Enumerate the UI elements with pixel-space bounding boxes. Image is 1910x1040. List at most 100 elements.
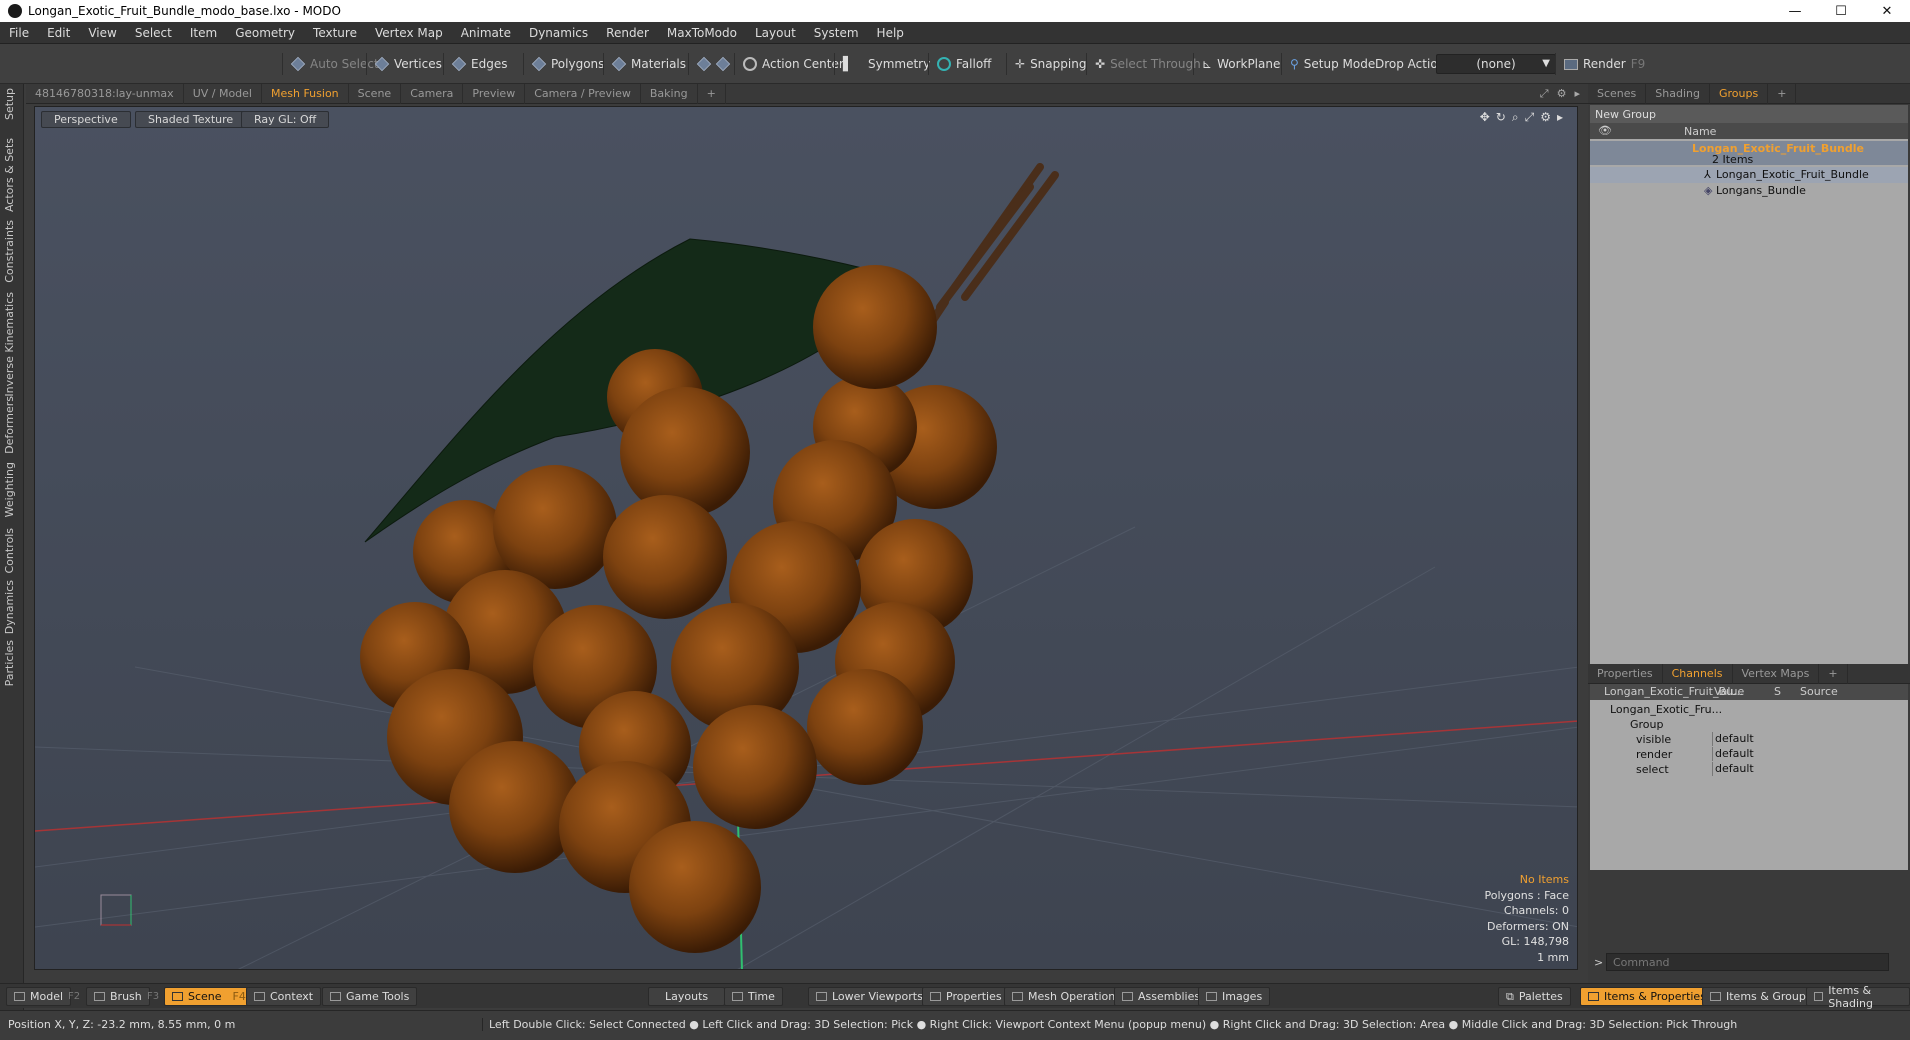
tab-constraints[interactable]: Constraints	[3, 220, 16, 283]
menu-item[interactable]: Item	[181, 26, 226, 40]
menu-render[interactable]: Render	[597, 26, 658, 40]
tab-weighting[interactable]: Weighting	[3, 462, 16, 517]
lower-viewports-button[interactable]: Lower Viewports	[808, 987, 931, 1006]
layout-model-button[interactable]: Model	[6, 987, 72, 1006]
select-through-button[interactable]: ✜ Select Through	[1086, 53, 1209, 75]
longan-fruits	[360, 265, 997, 953]
mesh-operations-label: Mesh Operations	[1028, 990, 1121, 1003]
expand-icon[interactable]: ⤢	[1540, 87, 1549, 101]
items-shading-button[interactable]: Items & Shading	[1806, 984, 1910, 1010]
tab-dynamics[interactable]: Dynamics	[3, 580, 16, 634]
tab-controls[interactable]: Controls	[3, 528, 16, 574]
channel-value[interactable]: default	[1712, 747, 1770, 761]
tab-actors-sets[interactable]: Actors & Sets	[3, 138, 16, 212]
items-groups-button[interactable]: Items & Groups	[1702, 987, 1820, 1006]
tab-preview[interactable]: Preview	[463, 83, 526, 104]
menu-layout[interactable]: Layout	[746, 26, 805, 40]
images-button[interactable]: Images	[1198, 987, 1271, 1006]
maximize-button[interactable]: ☐	[1818, 0, 1864, 22]
layout-brush-button[interactable]: Brush	[86, 987, 150, 1006]
position-readout: Position X, Y, Z: -23.2 mm, 8.55 mm, 0 m	[8, 1018, 236, 1031]
edges-button[interactable]: Edges	[443, 53, 515, 75]
menu-animate[interactable]: Animate	[452, 26, 520, 40]
tab-channels[interactable]: Channels	[1663, 663, 1733, 684]
new-group-button[interactable]: New Group	[1590, 105, 1908, 123]
channel-row[interactable]: render default	[1590, 747, 1908, 762]
channel-row[interactable]: visible default	[1590, 732, 1908, 747]
layout-scene-button[interactable]: Scene F4	[164, 987, 254, 1006]
materials-button[interactable]: Materials	[603, 53, 694, 75]
add-tab-button[interactable]: +	[698, 83, 726, 104]
render-button[interactable]: Render F9	[1555, 53, 1653, 75]
drop-action-value: (none)	[1476, 57, 1516, 71]
layout-game-tools-button[interactable]: Game Tools	[322, 987, 418, 1006]
column-value-header: Value	[1714, 685, 1745, 698]
channel-item-row[interactable]: Longan_Exotic_Fru...	[1590, 702, 1908, 717]
tab-shading[interactable]: Shading	[1646, 83, 1710, 104]
tab-setup[interactable]: Setup	[3, 88, 16, 120]
menu-texture[interactable]: Texture	[304, 26, 366, 40]
palettes-button[interactable]: ⧉ Palettes	[1498, 987, 1571, 1006]
vertices-button[interactable]: Vertices	[366, 53, 450, 75]
falloff-button[interactable]: Falloff	[928, 53, 999, 75]
workplane-button[interactable]: ⊾ WorkPlane	[1193, 53, 1288, 75]
close-button[interactable]: ✕	[1864, 0, 1910, 22]
layout-context-button[interactable]: Context	[246, 987, 322, 1006]
tab-camera-preview[interactable]: Camera / Preview	[525, 83, 641, 104]
tab-vertex-maps[interactable]: Vertex Maps	[1733, 663, 1820, 684]
tab-inverse-kinematics[interactable]: Inverse Kinematics	[3, 292, 16, 397]
tab-scenes[interactable]: Scenes	[1588, 83, 1647, 104]
menu-select[interactable]: Select	[126, 26, 181, 40]
time-button[interactable]: Time	[724, 987, 783, 1006]
add-tab-button[interactable]: +	[1819, 663, 1848, 684]
menu-vertex-map[interactable]: Vertex Map	[366, 26, 452, 40]
tab-particles[interactable]: Particles	[3, 640, 16, 686]
tab-properties[interactable]: Properties	[1588, 663, 1663, 684]
properties-button[interactable]: Properties	[922, 987, 1010, 1006]
channel-group-row[interactable]: Group	[1590, 717, 1908, 732]
arrow-right-icon[interactable]: ▸	[1574, 87, 1580, 101]
symmetry-button[interactable]: ▌ Symmetry	[834, 53, 938, 75]
command-prompt: >	[1594, 956, 1604, 969]
tab-scene[interactable]: Scene	[349, 83, 402, 104]
layouts-button[interactable]: Layouts	[648, 987, 726, 1006]
group-item-row[interactable]: ⅄ Longan_Exotic_Fruit_Bundle	[1590, 167, 1908, 183]
tab-camera[interactable]: Camera	[401, 83, 464, 104]
menu-view[interactable]: View	[79, 26, 125, 40]
snapping-button[interactable]: ✛ Snapping	[1006, 53, 1094, 75]
group-item-row[interactable]: ◈ Longans_Bundle	[1590, 183, 1908, 199]
menu-system[interactable]: System	[805, 26, 868, 40]
tab-lay-unmax[interactable]: 48146780318:lay-unmax	[26, 83, 184, 104]
tab-mesh-fusion[interactable]: Mesh Fusion	[262, 83, 349, 104]
title-bar: Longan_Exotic_Fruit_Bundle_modo_base.lxo…	[0, 0, 1910, 22]
menu-maxtomodo[interactable]: MaxToModo	[658, 26, 746, 40]
mesh-operations-button[interactable]: Mesh Operations	[1004, 987, 1129, 1006]
add-tab-button[interactable]: +	[1768, 83, 1797, 104]
scene-render	[35, 163, 1577, 969]
tab-deformers[interactable]: Deformers	[3, 396, 16, 454]
tab-uv-model[interactable]: UV / Model	[184, 83, 262, 104]
menu-edit[interactable]: Edit	[38, 26, 79, 40]
tab-baking[interactable]: Baking	[641, 83, 698, 104]
menu-file[interactable]: File	[0, 26, 38, 40]
items-properties-button[interactable]: Items & Properties	[1580, 987, 1714, 1006]
group-row-root[interactable]: Longan_Exotic_Fruit_Bundle 2 Items	[1590, 141, 1908, 166]
polygons-button[interactable]: Polygons	[523, 53, 612, 75]
3d-viewport[interactable]: Perspective Shaded Texture Ray GL: Off ✥…	[34, 106, 1578, 970]
menu-geometry[interactable]: Geometry	[226, 26, 304, 40]
menu-dynamics[interactable]: Dynamics	[520, 26, 597, 40]
minimize-button[interactable]: —	[1772, 0, 1818, 22]
command-input[interactable]: Command	[1606, 953, 1889, 971]
channel-row[interactable]: select default	[1590, 762, 1908, 777]
channel-item-label: Longan_Exotic_Fru...	[1610, 703, 1723, 716]
channel-value[interactable]: default	[1712, 732, 1770, 746]
gl-info: GL: 148,798	[1501, 935, 1569, 948]
channel-value[interactable]: default	[1712, 762, 1770, 776]
assemblies-button[interactable]: Assemblies	[1114, 987, 1209, 1006]
tab-groups[interactable]: Groups	[1710, 83, 1769, 104]
select-mode-toggle[interactable]	[688, 53, 738, 75]
drop-action-select[interactable]: (none) ▼	[1436, 54, 1556, 74]
menu-help[interactable]: Help	[868, 26, 913, 40]
setup-mode-label: Setup Mode	[1303, 57, 1376, 71]
gear-icon[interactable]: ⚙	[1557, 87, 1567, 101]
